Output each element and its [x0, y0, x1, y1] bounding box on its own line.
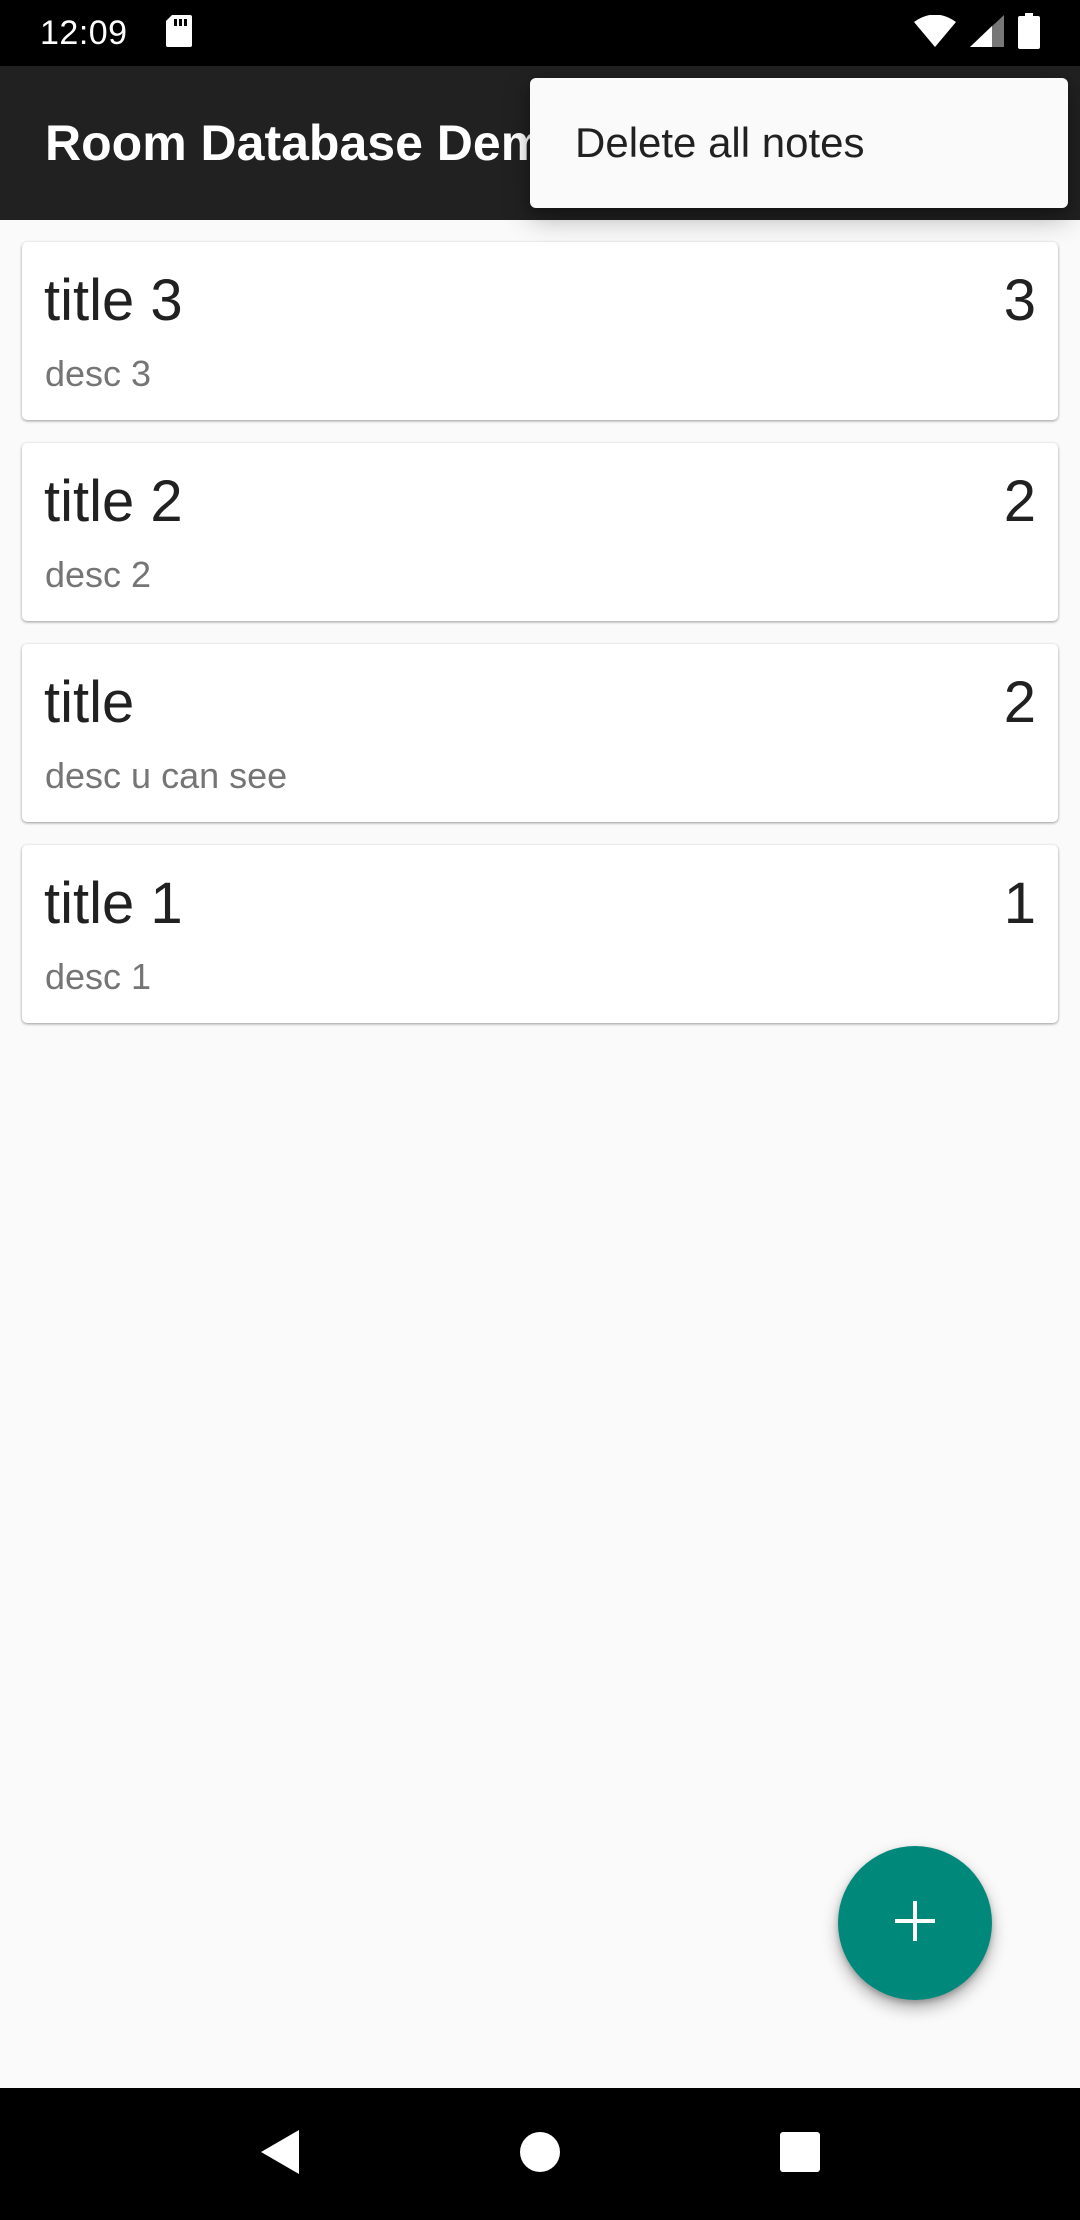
recents-button[interactable] — [760, 2114, 840, 2194]
screen: 12:09 Room Database Demo Delete all note… — [0, 0, 1080, 2220]
note-title: title 1 — [44, 871, 183, 936]
signal-icon — [970, 14, 1004, 52]
notes-list: title 3 desc 3 3 title 2 desc 2 2 title … — [22, 242, 1058, 1046]
status-bar: 12:09 — [0, 0, 1080, 66]
back-button[interactable] — [240, 2114, 320, 2194]
battery-icon — [1018, 12, 1040, 54]
note-priority: 2 — [1003, 670, 1036, 735]
note-description: desc 2 — [45, 554, 152, 595]
sd-card-icon — [165, 14, 192, 52]
home-button[interactable] — [500, 2114, 580, 2194]
add-note-button[interactable] — [838, 1846, 992, 2000]
back-icon — [259, 2128, 301, 2181]
note-description: desc 1 — [45, 956, 152, 997]
add-icon — [893, 1899, 937, 1948]
note-priority: 2 — [1003, 469, 1036, 534]
note-title: title 3 — [44, 268, 183, 333]
recents-icon — [779, 2131, 821, 2178]
note-title: title — [44, 670, 135, 735]
status-left: 12:09 — [40, 14, 192, 53]
note-description: desc u can see — [45, 755, 288, 796]
app-title: Room Database Demo — [45, 115, 545, 171]
note-title: title 2 — [44, 469, 183, 534]
home-icon — [519, 2131, 561, 2178]
status-time: 12:09 — [40, 13, 128, 52]
note-card[interactable]: title 1 desc 1 1 — [22, 845, 1058, 1023]
status-right — [914, 12, 1040, 54]
note-card[interactable]: title 3 desc 3 3 — [22, 242, 1058, 420]
note-card[interactable]: title desc u can see 2 — [22, 644, 1058, 822]
menu-item-delete-all-notes[interactable]: Delete all notes — [530, 78, 1068, 208]
navigation-bar — [0, 2088, 1080, 2220]
wifi-icon — [914, 14, 956, 52]
note-priority: 3 — [1003, 268, 1036, 333]
overflow-menu: Delete all notes — [530, 78, 1068, 208]
note-description: desc 3 — [45, 353, 152, 394]
note-priority: 1 — [1003, 871, 1036, 936]
note-card[interactable]: title 2 desc 2 2 — [22, 443, 1058, 621]
